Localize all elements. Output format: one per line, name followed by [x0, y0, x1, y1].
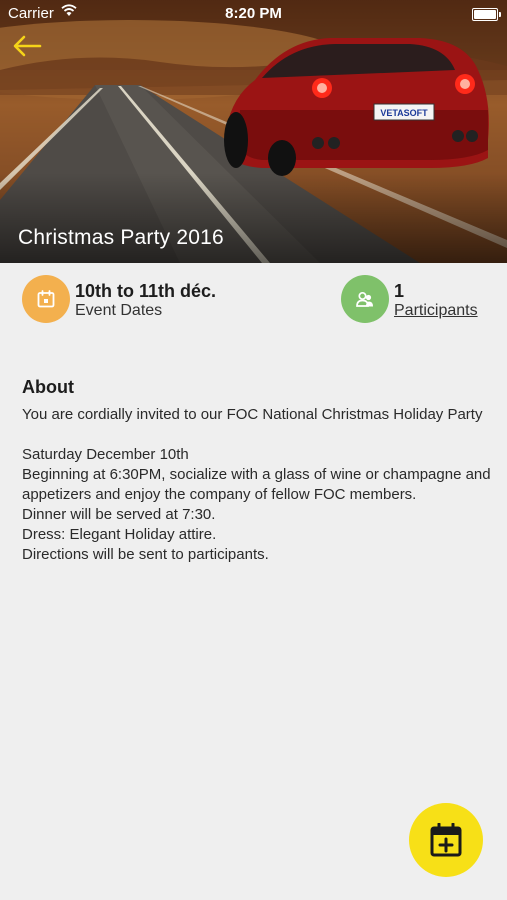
event-dates-value: 10th to 11th déc. [75, 281, 217, 301]
back-button[interactable] [12, 34, 46, 60]
event-dates-label: Event Dates [75, 302, 163, 319]
about-paragraph: Saturday December 10th [22, 446, 189, 463]
calendar-icon [37, 290, 55, 308]
battery-icon [472, 8, 501, 21]
about-blank-line [22, 425, 492, 445]
about-paragraph: Dress: Elegant Holiday attire. [22, 526, 217, 543]
status-bar: Carrier 8:20 PM [0, 0, 507, 28]
about-paragraph: Directions will be sent to participants. [22, 546, 269, 563]
participants-count: 1 [394, 281, 405, 301]
about-paragraph: Beginning at 6:30PM, socialize with a gl… [22, 466, 491, 503]
users-icon [356, 291, 373, 307]
event-hero-image: VETASOFT Carrier 8:20 PM Christmas Party… [0, 0, 507, 263]
status-time: 8:20 PM [225, 5, 282, 22]
participants-badge[interactable] [341, 275, 389, 323]
about-heading: About [22, 377, 74, 397]
add-to-calendar-button[interactable] [409, 803, 483, 877]
event-info-row: 10th to 11th déc. Event Dates 1 Particip… [0, 263, 507, 343]
about-paragraph: Dinner will be served at 7:30. [22, 506, 216, 523]
event-title: Christmas Party 2016 [18, 226, 224, 249]
about-paragraph: You are cordially invited to our FOC Nat… [22, 406, 483, 423]
dates-badge [22, 275, 70, 323]
about-description: You are cordially invited to our FOC Nat… [22, 405, 492, 565]
participants-link[interactable]: Participants [394, 302, 478, 320]
arrow-left-icon [13, 35, 42, 57]
calendar-add-icon [430, 823, 462, 857]
license-plate-text: VETASOFT [380, 108, 428, 118]
